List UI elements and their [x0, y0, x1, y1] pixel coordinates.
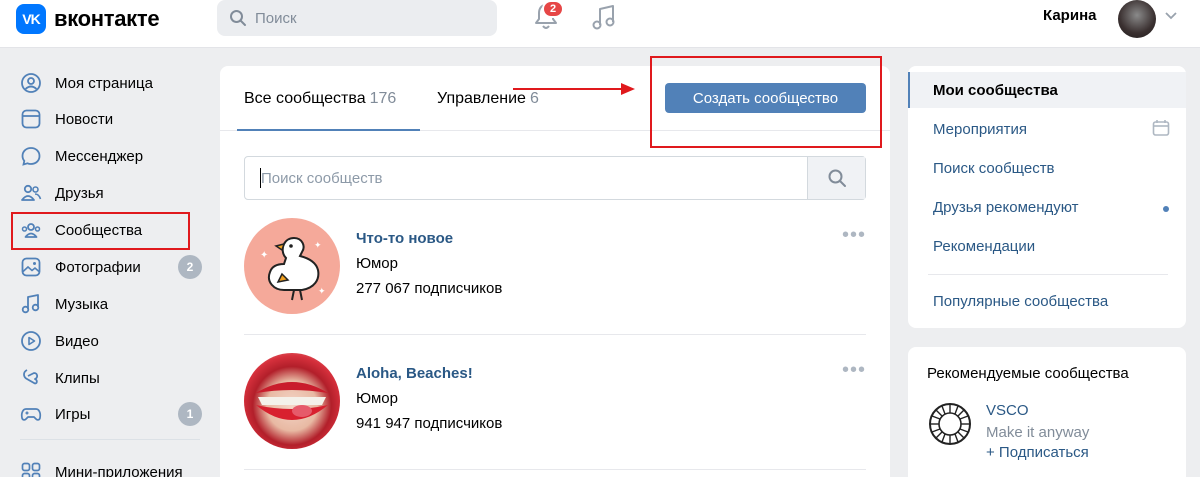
more-options-icon[interactable]: •••: [842, 224, 866, 247]
side-menu-divider: [928, 274, 1168, 275]
list-item[interactable]: ✦ ✦ ✦ Что-то новое Юмор 277 067 подписчи…: [244, 218, 866, 328]
svg-text:✦: ✦: [318, 287, 326, 297]
side-menu-item-recommendations[interactable]: Рекомендации: [933, 238, 1035, 255]
tab-count: 176: [369, 90, 397, 107]
vk-logo[interactable]: VK вконтакте: [16, 4, 160, 34]
search-icon: [828, 169, 846, 187]
nav-label: Видео: [55, 332, 99, 350]
communities-side-menu: Мои сообщества Мероприятия Поиск сообщес…: [908, 66, 1186, 328]
active-item-bar: [908, 72, 910, 108]
gamepad-icon: [20, 408, 42, 421]
nav-item-my-page[interactable]: Моя страница: [0, 65, 205, 101]
group-name-link[interactable]: Aloha, Beaches!: [356, 365, 473, 382]
group-subscribers: 941 947 подписчиков: [356, 415, 503, 432]
svg-text:✦: ✦: [314, 241, 322, 251]
create-button-highlight-box: [650, 56, 882, 148]
vk-logo-icon: VK: [16, 4, 46, 34]
list-item[interactable]: Aloha, Beaches! Юмор 941 947 подписчиков…: [244, 353, 866, 463]
nav-label: Мини-приложения: [55, 463, 183, 477]
vsco-logo-icon[interactable]: [928, 402, 972, 446]
recommended-title: Рекомендуемые сообщества: [927, 365, 1129, 382]
nav-item-video[interactable]: Видео: [0, 323, 205, 359]
clips-icon: [23, 369, 39, 385]
red-arrow-icon: [513, 83, 635, 95]
group-avatar[interactable]: ✦ ✦ ✦: [244, 218, 340, 314]
nav-label: Новости: [55, 110, 114, 128]
svg-text:✦: ✦: [260, 250, 268, 261]
list-divider: [244, 334, 866, 335]
nav-label: Моя страница: [55, 74, 153, 92]
subscribe-button[interactable]: + Подписаться: [986, 444, 1089, 461]
side-menu-item-events[interactable]: Мероприятия: [933, 121, 1027, 138]
more-options-icon[interactable]: •••: [842, 359, 866, 382]
nav-label: Клипы: [55, 369, 100, 387]
nav-label: Друзья: [55, 184, 104, 202]
active-tab-indicator: [237, 129, 420, 131]
news-icon: [21, 109, 41, 129]
side-menu-item-my-communities[interactable]: Мои сообщества: [933, 82, 1058, 99]
nav-label: Музыка: [55, 295, 109, 313]
community-search-input[interactable]: Поиск сообществ: [244, 156, 866, 200]
nav-divider: [20, 439, 200, 440]
duck-icon: ✦ ✦ ✦: [260, 236, 326, 301]
nav-item-mini-apps[interactable]: Мини-приложения: [0, 454, 205, 477]
new-indicator-dot: [1163, 206, 1169, 212]
side-menu-item-friends-recommend[interactable]: Друзья рекомендуют: [933, 199, 1079, 216]
message-icon: [21, 147, 41, 166]
group-avatar[interactable]: [244, 353, 340, 449]
photo-icon: [21, 257, 41, 277]
recommended-description: Make it anyway: [986, 424, 1090, 441]
header-search-placeholder: Поиск: [255, 9, 297, 27]
nav-label: Фотографии: [55, 258, 141, 276]
logo-text: вконтакте: [54, 6, 160, 31]
nav-item-clips[interactable]: Клипы: [0, 360, 205, 396]
nav-item-photos[interactable]: Фотографии 2: [0, 249, 205, 285]
search-button[interactable]: [807, 157, 865, 199]
search-icon: [230, 10, 246, 26]
nav-label: Игры: [55, 405, 91, 423]
side-menu-item-search[interactable]: Поиск сообществ: [933, 160, 1055, 177]
apps-icon: [21, 462, 41, 477]
nav-item-messenger[interactable]: Мессенджер: [0, 138, 205, 174]
calendar-icon[interactable]: [1152, 119, 1170, 137]
tab-label: Все сообщества: [244, 90, 366, 107]
chevron-down-icon[interactable]: [1165, 12, 1177, 20]
recommended-communities-card: Рекомендуемые сообщества VSCO Make it an…: [908, 347, 1186, 477]
tab-all-communities[interactable]: Все сообщества 176: [244, 90, 396, 108]
user-name[interactable]: Карина: [1043, 7, 1096, 24]
list-divider: [244, 469, 866, 470]
communities-highlight-box: [11, 212, 190, 250]
side-menu-item-popular[interactable]: Популярные сообщества: [933, 293, 1108, 310]
video-icon: [21, 331, 41, 351]
nav-item-news[interactable]: Новости: [0, 101, 205, 137]
community-search-placeholder: Поиск сообществ: [261, 170, 383, 187]
header-search-input[interactable]: Поиск: [217, 0, 497, 36]
group-category: Юмор: [356, 390, 398, 407]
nav-item-music[interactable]: Музыка: [0, 286, 205, 322]
lips-icon: [256, 382, 328, 420]
nav-item-games[interactable]: Игры 1: [0, 396, 205, 432]
nav-badge: 2: [178, 255, 202, 279]
group-subscribers: 277 067 подписчиков: [356, 280, 503, 297]
user-circle-icon: [21, 73, 41, 93]
group-name-link[interactable]: Что-то новое: [356, 230, 453, 247]
group-category: Юмор: [356, 255, 398, 272]
nav-badge: 1: [178, 402, 202, 426]
music-icon: [21, 294, 40, 314]
recommended-name-link[interactable]: VSCO: [986, 402, 1029, 419]
notifications-badge: 2: [542, 0, 564, 18]
avatar[interactable]: [1118, 0, 1156, 38]
music-icon[interactable]: [591, 4, 617, 32]
top-header: VK вконтакте Поиск 2 Карина: [0, 0, 1200, 48]
nav-item-friends[interactable]: Друзья: [0, 175, 205, 211]
nav-label: Мессенджер: [55, 147, 144, 165]
friends-icon: [21, 184, 42, 201]
